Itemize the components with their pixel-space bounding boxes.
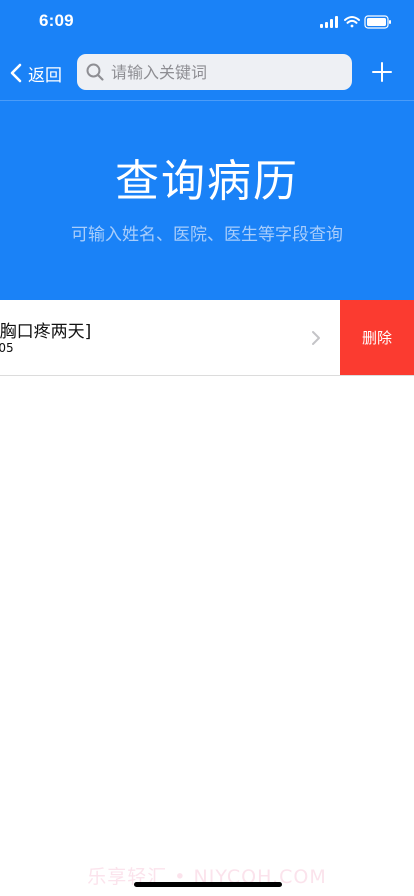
wifi-icon <box>344 16 360 28</box>
page-subtitle: 可输入姓名、医院、医生等字段查询 <box>71 225 343 245</box>
table-row: [胸口疼两天] -05 删除 <box>0 300 414 376</box>
search-bar[interactable] <box>77 54 352 90</box>
back-button[interactable]: 返回 <box>10 59 62 87</box>
back-label: 返回 <box>28 65 62 86</box>
search-input[interactable] <box>108 61 352 83</box>
record-date: -05 <box>0 341 14 355</box>
navigation-bar: 返回 <box>0 44 414 101</box>
chevron-right-icon <box>312 331 320 345</box>
search-icon <box>86 63 104 81</box>
plus-icon[interactable] <box>372 62 392 82</box>
page-title: 查询病历 <box>115 156 299 207</box>
battery-icon <box>364 15 391 29</box>
record-title: [胸口疼两天] <box>0 322 92 342</box>
status-bar: 6:09 <box>0 0 414 44</box>
delete-button[interactable]: 删除 <box>340 300 414 375</box>
chevron-left-icon <box>10 63 22 83</box>
status-time: 6:09 <box>39 11 74 30</box>
home-indicator[interactable] <box>134 882 282 887</box>
status-icons <box>320 14 392 30</box>
record-cell[interactable]: [胸口疼两天] -05 <box>0 300 340 375</box>
signal-icon <box>320 16 338 28</box>
